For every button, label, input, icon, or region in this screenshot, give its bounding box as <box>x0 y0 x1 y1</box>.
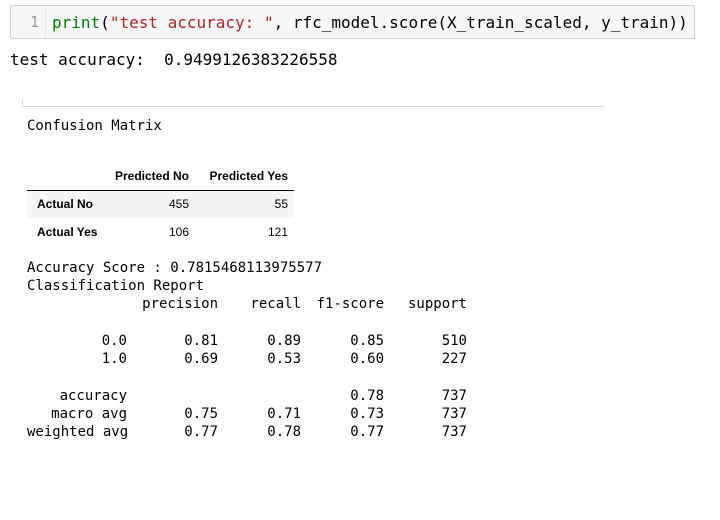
classification-report-title: Classification Report <box>27 278 205 294</box>
report-cell-recall: 0.78 <box>267 424 301 440</box>
table-cell: 455 <box>168 197 189 212</box>
report-cell-support: 737 <box>441 406 467 422</box>
accuracy-score-text: Accuracy Score : 0.7815468113975577 <box>27 260 323 276</box>
report-cell-f1: 0.85 <box>350 333 384 349</box>
report-cell-recall: 0.53 <box>267 351 301 367</box>
confusion-matrix-table: Predicted No Predicted Yes Actual No 455… <box>27 162 294 246</box>
report-row-label: weighted avg <box>27 424 129 440</box>
row-header-actual-no: Actual No <box>37 197 94 212</box>
table-cell: 121 <box>267 225 288 239</box>
code-token-builtin: print <box>52 12 101 32</box>
report-header-precision: precision <box>142 296 218 312</box>
report-header-recall: recall <box>250 296 301 312</box>
report-header-f1: f1-score <box>316 296 384 312</box>
report-row-label: macro avg <box>51 406 127 422</box>
report-cell-support: 510 <box>441 333 467 349</box>
line-number: 1 <box>29 13 39 31</box>
code-token-paren: ( <box>100 12 110 32</box>
report-cell-precision: 0.81 <box>184 333 218 349</box>
table-row: Actual Yes 106 121 <box>27 218 294 246</box>
code-cell-editor[interactable]: 1 print("test accuracy: ", rfc_model.sco… <box>10 5 695 39</box>
report-cell-precision: 0.69 <box>184 351 218 367</box>
report-row-label: 1.0 <box>101 351 127 367</box>
report-header-row: precision recall f1-score support <box>27 296 467 314</box>
table-cell: 106 <box>168 225 189 239</box>
table-row: Actual No 455 55 <box>27 190 294 218</box>
report-cell-f1: 0.77 <box>350 424 384 440</box>
confusion-matrix-title: Confusion Matrix <box>27 118 162 134</box>
output-divider <box>22 106 604 107</box>
row-header-actual-yes: Actual Yes <box>37 225 98 239</box>
report-row: accuracy 0.78 737 <box>27 388 467 406</box>
report-cell-precision: 0.77 <box>184 424 218 440</box>
report-cell-support: 737 <box>441 388 467 404</box>
gutter-divider <box>45 6 46 38</box>
confusion-matrix-corner <box>27 162 103 191</box>
code-line: print("test accuracy: ", rfc_model.score… <box>52 13 688 32</box>
report-cell-recall: 0.71 <box>267 406 301 422</box>
column-header-predicted-no: Predicted No <box>103 162 195 191</box>
report-cell-f1: 0.78 <box>350 388 384 404</box>
report-row: 0.0 0.81 0.89 0.85 510 <box>27 333 467 351</box>
report-cell-f1: 0.73 <box>350 406 384 422</box>
report-row: weighted avg 0.77 0.78 0.77 737 <box>27 424 467 442</box>
report-header-support: support <box>407 296 467 312</box>
report-row: macro avg 0.75 0.71 0.73 737 <box>27 406 467 424</box>
confusion-matrix-header-row: Predicted No Predicted Yes <box>27 162 294 191</box>
column-header-predicted-yes: Predicted Yes <box>195 162 294 191</box>
report-cell-f1: 0.60 <box>350 351 384 367</box>
report-cell-support: 227 <box>441 351 467 367</box>
code-token-rest: , rfc_model.score(X_train_scaled, y_trai… <box>273 12 688 32</box>
report-cell-precision: 0.75 <box>184 406 218 422</box>
cell-stdout: test accuracy: 0.9499126383226558 <box>10 50 338 69</box>
report-row-label: 0.0 <box>101 333 127 349</box>
report-cell-support: 737 <box>441 424 467 440</box>
code-token-string: "test accuracy: " <box>109 12 274 32</box>
table-cell: 55 <box>274 197 288 212</box>
report-row-label: accuracy <box>59 388 127 404</box>
report-cell-recall: 0.89 <box>267 333 301 349</box>
report-row: 1.0 0.69 0.53 0.60 227 <box>27 351 467 369</box>
